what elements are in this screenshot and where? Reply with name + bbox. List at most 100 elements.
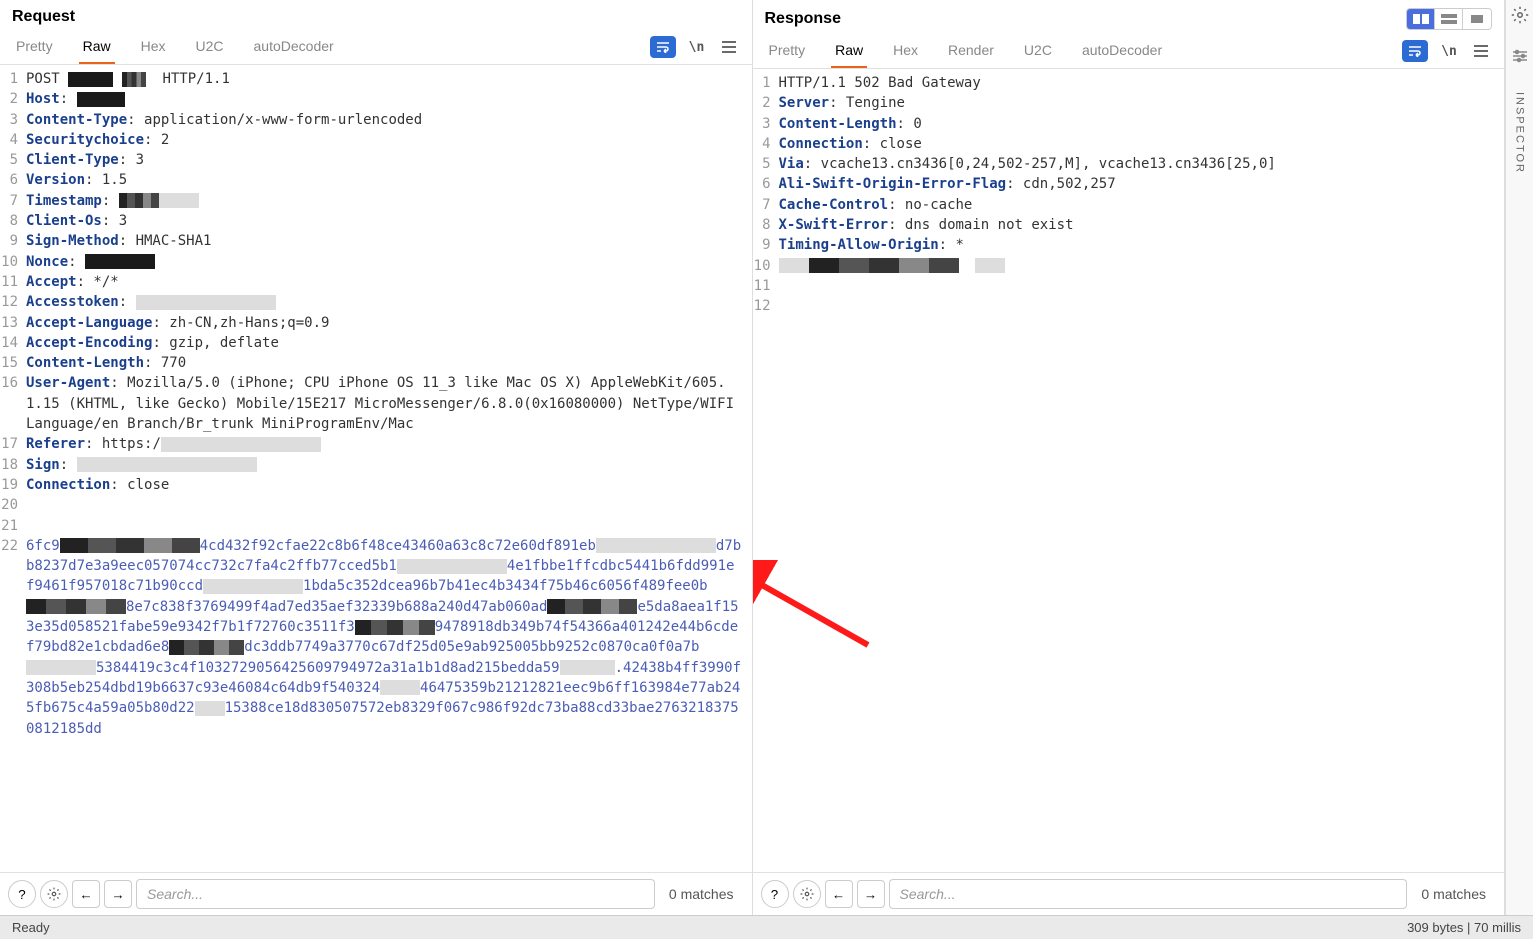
code-line[interactable]: Accept-Language: zh-CN,zh-Hans;q=0.9 bbox=[26, 313, 752, 333]
search-input[interactable] bbox=[889, 879, 1408, 909]
tab-u2c[interactable]: U2C bbox=[192, 30, 228, 64]
layout-rows-button[interactable] bbox=[1435, 9, 1463, 29]
line-number: 18 bbox=[0, 455, 26, 475]
line-number: 2 bbox=[753, 93, 779, 113]
layout-columns-button[interactable] bbox=[1407, 9, 1435, 29]
code-line[interactable]: Client-Os: 3 bbox=[26, 211, 752, 231]
global-settings-icon[interactable] bbox=[1511, 6, 1529, 29]
single-icon bbox=[1468, 13, 1486, 25]
redacted-block bbox=[122, 72, 146, 87]
request-tabs: Pretty Raw Hex U2C autoDecoder \n bbox=[0, 30, 752, 65]
code-line[interactable]: Via: vcache13.cn3436[0,24,502-257,M], vc… bbox=[779, 154, 1505, 174]
tab-autodecoder[interactable]: autoDecoder bbox=[250, 30, 338, 64]
code-line[interactable]: POST HTTP/1.1 bbox=[26, 69, 752, 89]
response-title: Response bbox=[765, 10, 841, 28]
code-line[interactable]: Ali-Swift-Origin-Error-Flag: cdn,502,257 bbox=[779, 174, 1505, 194]
prev-match-button[interactable]: ← bbox=[825, 880, 853, 908]
tab-hex[interactable]: Hex bbox=[889, 34, 922, 68]
status-right: 309 bytes | 70 millis bbox=[1407, 920, 1521, 935]
newline-indicator[interactable]: \n bbox=[686, 36, 708, 58]
redacted-block bbox=[547, 599, 637, 614]
next-match-button[interactable]: → bbox=[857, 880, 885, 908]
code-line[interactable]: Content-Length: 0 bbox=[779, 114, 1505, 134]
match-count: 0 matches bbox=[659, 886, 744, 902]
code-line[interactable]: Content-Length: 770 bbox=[26, 353, 752, 373]
code-line[interactable]: HTTP/1.1 502 Bad Gateway bbox=[779, 73, 1505, 93]
tab-autodecoder[interactable]: autoDecoder bbox=[1078, 34, 1166, 68]
wrap-toggle-button[interactable] bbox=[650, 36, 676, 58]
redacted-block bbox=[26, 660, 96, 675]
redacted-block bbox=[975, 258, 1005, 273]
code-line[interactable]: Nonce: bbox=[26, 252, 752, 272]
status-left: Ready bbox=[12, 920, 50, 935]
code-line[interactable]: Content-Type: application/x-www-form-url… bbox=[26, 110, 752, 130]
code-line[interactable]: Securitychoice: 2 bbox=[26, 130, 752, 150]
code-line[interactable]: 6fc94cd432f92cfae22c8b6f48ce43460a63c8c7… bbox=[26, 536, 752, 739]
line-number: 12 bbox=[753, 296, 779, 316]
tab-raw[interactable]: Raw bbox=[831, 34, 867, 68]
request-search-bar: ? ← → 0 matches bbox=[0, 872, 752, 915]
prev-match-button[interactable]: ← bbox=[72, 880, 100, 908]
code-line[interactable]: Client-Type: 3 bbox=[26, 150, 752, 170]
newline-indicator[interactable]: \n bbox=[1438, 40, 1460, 62]
code-line[interactable]: Referer: https:/ bbox=[26, 434, 752, 454]
request-title: Request bbox=[12, 8, 75, 26]
code-line[interactable]: Accesstoken: bbox=[26, 292, 752, 312]
tab-pretty[interactable]: Pretty bbox=[765, 34, 810, 68]
code-line[interactable]: Connection: close bbox=[779, 134, 1505, 154]
code-line[interactable]: Sign-Method: HMAC-SHA1 bbox=[26, 231, 752, 251]
line-number: 8 bbox=[753, 215, 779, 235]
tab-hex[interactable]: Hex bbox=[137, 30, 170, 64]
response-editor[interactable]: 1HTTP/1.1 502 Bad Gateway2Server: Tengin… bbox=[753, 69, 1505, 872]
code-line[interactable]: Host: bbox=[26, 89, 752, 109]
line-number: 1 bbox=[753, 73, 779, 93]
redacted-block bbox=[85, 254, 155, 269]
code-line[interactable]: Sign: bbox=[26, 455, 752, 475]
redacted-block bbox=[161, 437, 321, 452]
tab-pretty[interactable]: Pretty bbox=[12, 30, 57, 64]
hamburger-icon[interactable] bbox=[718, 36, 740, 58]
tab-u2c[interactable]: U2C bbox=[1020, 34, 1056, 68]
redacted-block bbox=[159, 193, 199, 208]
code-line[interactable]: Server: Tengine bbox=[779, 93, 1505, 113]
layout-single-button[interactable] bbox=[1463, 9, 1491, 29]
response-search-bar: ? ← → 0 matches bbox=[753, 872, 1505, 915]
settings-button[interactable] bbox=[793, 880, 821, 908]
line-number: 6 bbox=[753, 174, 779, 194]
code-line[interactable]: Cache-Control: no-cache bbox=[779, 195, 1505, 215]
code-line[interactable] bbox=[26, 495, 752, 515]
code-line[interactable] bbox=[779, 276, 1505, 296]
columns-icon bbox=[1412, 13, 1430, 25]
help-button[interactable]: ? bbox=[761, 880, 789, 908]
status-bar: Ready 309 bytes | 70 millis bbox=[0, 915, 1533, 939]
search-input[interactable] bbox=[136, 879, 655, 909]
code-line[interactable]: User-Agent: Mozilla/5.0 (iPhone; CPU iPh… bbox=[26, 373, 752, 434]
code-line[interactable] bbox=[26, 516, 752, 536]
redacted-block bbox=[77, 92, 125, 107]
tab-render[interactable]: Render bbox=[944, 34, 998, 68]
inspector-label[interactable]: INSPECTOR bbox=[1514, 92, 1526, 174]
hamburger-icon[interactable] bbox=[1470, 40, 1492, 62]
next-match-button[interactable]: → bbox=[104, 880, 132, 908]
settings-button[interactable] bbox=[40, 880, 68, 908]
line-number: 13 bbox=[0, 313, 26, 333]
code-line[interactable]: Timing-Allow-Origin: * bbox=[779, 235, 1505, 255]
line-number: 14 bbox=[0, 333, 26, 353]
code-line[interactable]: Accept: */* bbox=[26, 272, 752, 292]
line-number: 5 bbox=[753, 154, 779, 174]
code-line[interactable]: Version: 1.5 bbox=[26, 170, 752, 190]
request-editor[interactable]: 1POST HTTP/1.12Host: 3Content-Type: appl… bbox=[0, 65, 752, 872]
tab-raw[interactable]: Raw bbox=[79, 30, 115, 64]
code-line[interactable]: X-Swift-Error: dns domain not exist bbox=[779, 215, 1505, 235]
code-line[interactable]: Timestamp: bbox=[26, 191, 752, 211]
wrap-toggle-button[interactable] bbox=[1402, 40, 1428, 62]
code-line[interactable]: Connection: close bbox=[26, 475, 752, 495]
code-line[interactable] bbox=[779, 296, 1505, 316]
sliders-icon[interactable] bbox=[1512, 49, 1528, 66]
match-count: 0 matches bbox=[1411, 886, 1496, 902]
code-line[interactable]: Accept-Encoding: gzip, deflate bbox=[26, 333, 752, 353]
line-number: 2 bbox=[0, 89, 26, 109]
help-button[interactable]: ? bbox=[8, 880, 36, 908]
code-line[interactable] bbox=[779, 256, 1505, 276]
right-sidebar: INSPECTOR bbox=[1505, 0, 1533, 915]
